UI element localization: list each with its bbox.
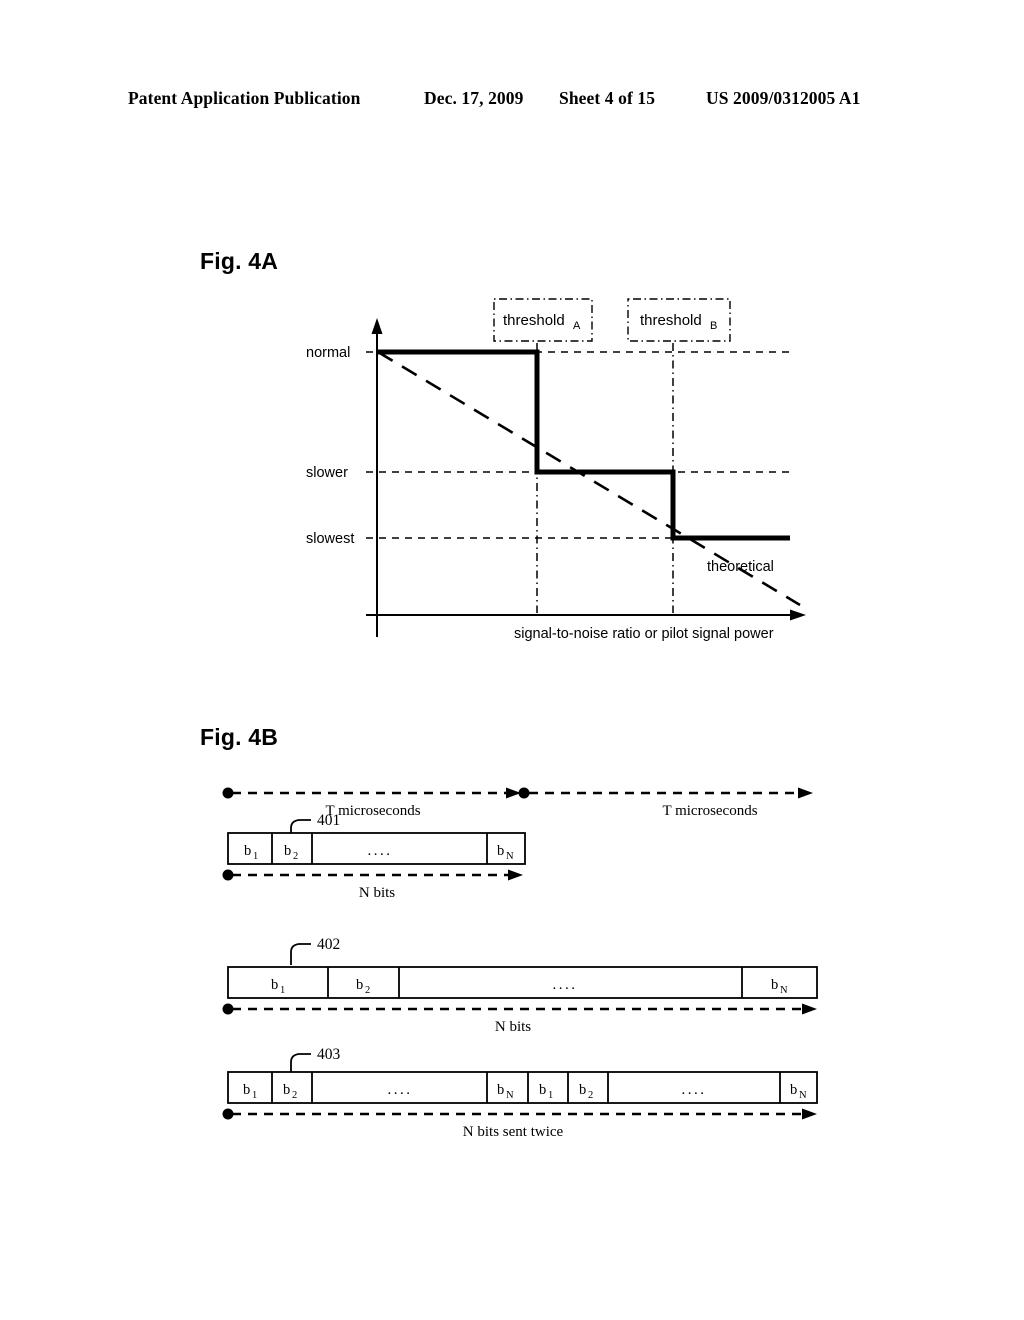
packet-402-cell-1-sub: 2: [365, 985, 370, 996]
packet-402-cell-3-sub: N: [780, 985, 788, 996]
threshold-a-subscript: A: [573, 320, 581, 332]
timing-arrow-1: [222, 787, 521, 799]
packet-403-cell-2: ....: [388, 1082, 413, 1098]
packet-401-cell-0: b: [244, 843, 251, 859]
chart-y-axis: [371, 318, 383, 637]
y-tick-label-slower: slower: [306, 465, 348, 481]
packet-403-cell-5-sub: 2: [588, 1090, 593, 1101]
packet-401-span-label: N bits: [359, 885, 395, 901]
timing-arrow-2: [518, 787, 813, 799]
y-tick-label-slowest: slowest: [306, 531, 354, 547]
packet-402: 402 b 1 b 2 .... b N N bits: [222, 936, 818, 1035]
chart-threshold-lines: [536, 320, 674, 613]
packet-402-cell-3: b: [771, 977, 778, 993]
packet-403-cell-4-sub: 1: [548, 1090, 553, 1101]
reference-numeral-402: 402: [317, 936, 340, 953]
packet-403-cell-3: b: [497, 1082, 504, 1098]
packet-401-cell-2: ....: [368, 843, 393, 859]
packet-403-span-label: N bits sent twice: [463, 1124, 564, 1140]
packet-402-cell-2: ....: [553, 977, 578, 993]
packet-403-cell-7-sub: N: [799, 1090, 807, 1101]
leader-line-403: [290, 1053, 311, 1075]
reference-numeral-401: 401: [317, 812, 340, 829]
timing-label-2: T microseconds: [662, 803, 757, 819]
chart-x-axis: [366, 609, 806, 621]
packet-401-cell-3-sub: N: [506, 851, 514, 862]
leader-line-402: [290, 943, 311, 965]
packet-403: 403 b 1 b 2 .... b N b 1 b 2 .... b N N …: [222, 1046, 818, 1140]
packet-401-cell-1-sub: 2: [293, 851, 298, 862]
packet-402-span-label: N bits: [495, 1019, 531, 1035]
packet-402-cell-0: b: [271, 977, 278, 993]
packet-403-cell-0: b: [243, 1082, 250, 1098]
threshold-b-label: threshold: [640, 312, 702, 329]
threshold-a-box: threshold A: [493, 298, 593, 342]
leader-line-401: [290, 819, 311, 841]
packet-403-cell-1-sub: 2: [292, 1090, 297, 1101]
y-tick-label-normal: normal: [306, 345, 350, 361]
threshold-b-subscript: B: [710, 320, 717, 332]
figure-4b-caption: Fig. 4B: [200, 724, 279, 750]
chart-gridlines: [366, 351, 790, 539]
series-step-curve: [378, 349, 790, 541]
packet-401: 401 b 1 b 2 .... b N N bits: [222, 812, 526, 901]
packet-403-cell-4: b: [539, 1082, 546, 1098]
x-axis-title: signal-to-noise ratio or pilot signal po…: [514, 626, 774, 642]
reference-numeral-403: 403: [317, 1046, 341, 1063]
threshold-b-box: threshold B: [627, 298, 731, 342]
packet-401-cell-3: b: [497, 843, 504, 859]
packet-403-cell-6: ....: [682, 1082, 707, 1098]
threshold-a-label: threshold: [503, 312, 565, 329]
packet-401-cell-1: b: [284, 843, 291, 859]
packet-402-cell-0-sub: 1: [280, 985, 285, 996]
packet-403-cell-7: b: [790, 1082, 797, 1098]
packet-403-cell-3-sub: N: [506, 1090, 514, 1101]
timing-label-1: T microseconds: [325, 803, 420, 819]
packet-403-cell-0-sub: 1: [252, 1090, 257, 1101]
packet-401-cell-0-sub: 1: [253, 851, 258, 862]
packet-402-cell-1: b: [356, 977, 363, 993]
theoretical-annotation: theoretical: [707, 559, 774, 575]
packet-403-cell-5: b: [579, 1082, 586, 1098]
packet-403-cell-1: b: [283, 1082, 290, 1098]
figure-4a-chart: threshold A threshold B normal slower sl…: [0, 0, 1024, 660]
